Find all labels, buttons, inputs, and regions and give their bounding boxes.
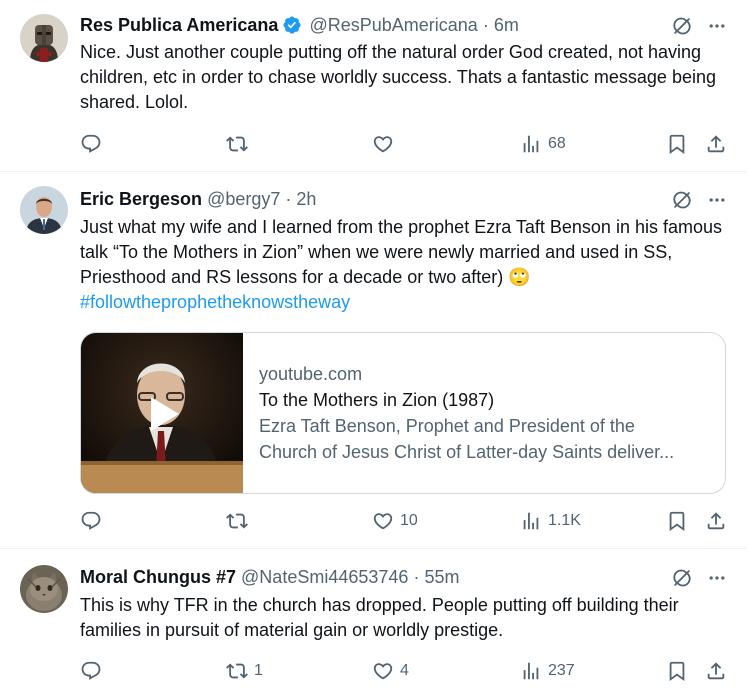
views-count: 68 xyxy=(548,135,566,152)
author-handle[interactable]: @NateSmi44653746 xyxy=(241,567,408,587)
card-description-line2: Church of Jesus Christ of Latter-day Sai… xyxy=(259,442,675,462)
share-button[interactable] xyxy=(705,132,727,156)
tweet-top-actions xyxy=(671,188,727,212)
more-icon[interactable] xyxy=(707,190,727,210)
author-name[interactable]: Res Publica Americana xyxy=(80,15,278,35)
bookmark-button[interactable] xyxy=(666,509,688,533)
tweet[interactable]: Eric Bergeson @bergy7 · 2h Just what my … xyxy=(0,172,747,548)
tweet-actions: 68 xyxy=(80,132,730,156)
like-icon xyxy=(372,660,394,682)
repost-count: 1 xyxy=(254,662,263,679)
repost-icon xyxy=(226,660,248,682)
tweet-top-actions xyxy=(671,566,727,590)
tweet-header: Moral Chungus #7 @NateSmi44653746 · 55m xyxy=(80,565,459,589)
avatar[interactable] xyxy=(20,565,68,613)
tweet-top-actions xyxy=(671,14,727,38)
timestamp[interactable]: 6m xyxy=(494,15,519,35)
views-icon xyxy=(520,660,542,682)
timestamp[interactable]: 55m xyxy=(424,567,459,587)
share-button[interactable] xyxy=(705,509,727,533)
reply-button[interactable] xyxy=(80,509,108,533)
views-button[interactable]: 237 xyxy=(520,659,575,683)
repost-button[interactable] xyxy=(226,509,254,533)
share-icon xyxy=(705,510,727,532)
card-text: youtube.com To the Mothers in Zion (1987… xyxy=(259,361,709,465)
tweet[interactable]: Res Publica Americana @ResPubAmericana ·… xyxy=(0,0,747,171)
repost-icon xyxy=(226,133,248,155)
views-count: 1.1K xyxy=(548,512,581,529)
reply-icon xyxy=(80,133,102,155)
share-button[interactable] xyxy=(705,659,727,683)
tweet[interactable]: Moral Chungus #7 @NateSmi44653746 · 55m … xyxy=(0,549,747,695)
verified-badge-icon[interactable] xyxy=(282,15,302,35)
like-icon xyxy=(372,133,394,155)
like-count: 10 xyxy=(400,512,418,529)
bookmark-icon xyxy=(666,660,688,682)
separator-dot: · xyxy=(285,189,292,209)
share-icon xyxy=(705,660,727,682)
views-count: 237 xyxy=(548,662,575,679)
hashtag-link[interactable]: #followtheprophetheknowstheway xyxy=(80,292,350,312)
avatar[interactable] xyxy=(20,186,68,234)
reply-button[interactable] xyxy=(80,659,108,683)
tweet-actions: 1 4 237 xyxy=(80,659,730,683)
tweet-text: Nice. Just another couple putting off th… xyxy=(80,42,716,112)
timestamp[interactable]: 2h xyxy=(296,189,316,209)
bookmark-icon xyxy=(666,133,688,155)
repost-button[interactable] xyxy=(226,132,254,156)
tweet-text: Just what my wife and I learned from the… xyxy=(80,215,730,315)
bookmark-button[interactable] xyxy=(666,659,688,683)
like-button[interactable] xyxy=(372,132,400,156)
grok-icon[interactable] xyxy=(671,567,693,589)
link-card[interactable]: youtube.com To the Mothers in Zion (1987… xyxy=(80,332,726,494)
tweet-header: Res Publica Americana @ResPubAmericana ·… xyxy=(80,13,519,37)
like-button[interactable]: 10 xyxy=(372,509,418,533)
repost-button[interactable]: 1 xyxy=(226,659,263,683)
reply-button[interactable] xyxy=(80,132,108,156)
author-name[interactable]: Moral Chungus #7 xyxy=(80,567,236,587)
like-count: 4 xyxy=(400,662,409,679)
card-title: To the Mothers in Zion (1987) xyxy=(259,390,495,410)
card-domain: youtube.com xyxy=(259,364,363,384)
tweet-text-content: Just what my wife and I learned from the… xyxy=(80,217,722,287)
share-icon xyxy=(705,133,727,155)
more-icon[interactable] xyxy=(707,16,727,36)
bookmark-icon xyxy=(666,510,688,532)
like-button[interactable]: 4 xyxy=(372,659,409,683)
views-button[interactable]: 68 xyxy=(520,132,566,156)
author-handle[interactable]: @bergy7 xyxy=(207,189,280,209)
tweet-header: Eric Bergeson @bergy7 · 2h xyxy=(80,187,316,211)
avatar[interactable] xyxy=(20,14,68,62)
author-name[interactable]: Eric Bergeson xyxy=(80,189,202,209)
grok-icon[interactable] xyxy=(671,15,693,37)
like-icon xyxy=(372,510,394,532)
views-icon xyxy=(520,133,542,155)
grok-icon[interactable] xyxy=(671,189,693,211)
repost-icon xyxy=(226,510,248,532)
separator-dot: · xyxy=(482,15,489,35)
card-description-line1: Ezra Taft Benson, Prophet and President … xyxy=(259,416,635,436)
separator-dot: · xyxy=(413,567,420,587)
reply-icon xyxy=(80,510,102,532)
reply-icon xyxy=(80,660,102,682)
bookmark-button[interactable] xyxy=(666,132,688,156)
more-icon[interactable] xyxy=(707,568,727,588)
author-handle[interactable]: @ResPubAmericana xyxy=(309,15,477,35)
views-button[interactable]: 1.1K xyxy=(520,509,581,533)
tweet-text: This is why TFR in the church has droppe… xyxy=(80,595,679,640)
video-thumbnail[interactable] xyxy=(81,333,243,493)
tweet-actions: 10 1.1K xyxy=(80,509,730,533)
views-icon xyxy=(520,510,542,532)
